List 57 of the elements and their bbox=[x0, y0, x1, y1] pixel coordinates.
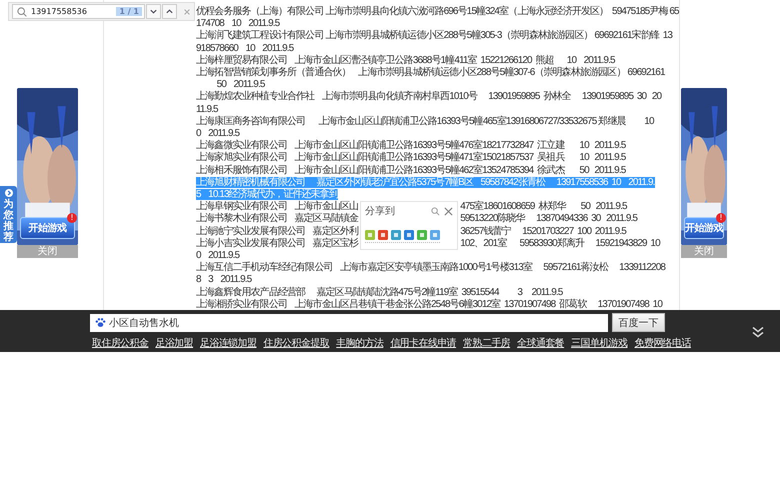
suggestion-link[interactable]: 足浴连锁加盟 bbox=[200, 336, 256, 350]
record-text: 上海互信二手机动车经纪有限公司 上海市嘉定区安亭镇墨玉南路1000号1号楼313室 59572161蒋汝松 1339112208 8 3 2011.9.5 bbox=[196, 262, 666, 286]
search-icon[interactable] bbox=[431, 206, 440, 216]
record-text: 36257钱蕾宁 15201703227 100 2011.9.5 bbox=[459, 226, 626, 238]
record-text: 上海驰宁实业发展有限公司 嘉定区外利 bbox=[196, 226, 358, 238]
suggestion-link[interactable]: 常熟二手房 bbox=[463, 336, 510, 350]
share-service-icon[interactable] bbox=[378, 230, 388, 240]
record-text: 上海家旭实业有限公司 上海市金山区山阳镇浦卫公路16393号5幢471室15021857537 吴祖兵 10 2011.9.5 bbox=[196, 152, 626, 164]
suggestion-link[interactable]: 免费网络电话 bbox=[634, 336, 691, 350]
share-service-icon[interactable] bbox=[417, 230, 428, 240]
record-text: 上海康匡商务咨询有限公司 上海市金山区山阳镇浦卫公路16393号5幢465室13916806727/33532675 郑继晨 10 0 2011.9.5 bbox=[196, 116, 654, 140]
record-text: 上海小吉实业发展有限公司 嘉定区宝杉 bbox=[196, 238, 358, 250]
share-service-icon[interactable] bbox=[430, 230, 440, 240]
next-match-button[interactable] bbox=[146, 4, 161, 19]
record-text: 0 2011.9.5 bbox=[196, 250, 240, 262]
previous-match-button[interactable] bbox=[162, 4, 177, 19]
record-text: 上海鑫辉食用农产品经营部 嘉定区马陆镇陆沈路475号2幢119室 39515544 3 2011.9.5 bbox=[196, 286, 562, 298]
search-field[interactable]: 小区自动售水机 bbox=[90, 314, 608, 332]
chevron-up-icon bbox=[165, 7, 174, 16]
record-text: 上海勤煌农业种植专业合作社 上海市崇明县向化镇齐南村阜西1010号 13901959895 孙林全 13901959895 30 20 11.9.5 bbox=[196, 91, 662, 116]
double-chevron-down-icon[interactable] bbox=[751, 326, 765, 338]
record-text: 上海润飞建筑工程设计有限公司 上海市崇明县城桥镇运德小区288号5幢305-3（崇明森林旅游园区） 69692161宋韵锋 13 918578660 10 2011.9.5 bbox=[196, 30, 672, 54]
match-count: 1 / 1 bbox=[116, 7, 142, 16]
search-icon bbox=[17, 6, 27, 16]
share-title: 分享到 bbox=[365, 204, 396, 218]
suggestion-link[interactable]: 丰胸的方法 bbox=[336, 336, 384, 350]
record-text: 上海湘骄实业有限公司 上海市金山区吕巷镇干巷金张公路2548号6幢3012室 13701907498 邵葛软 13701907498 10 bbox=[196, 298, 662, 310]
suggestion-link[interactable]: 三国单机游戏 bbox=[571, 336, 628, 350]
record-text: 上海鑫微实业有限公司 上海市金山区山阳镇浦卫公路16393号5幢476室18217732847 江立建 10 2011.9.5 bbox=[196, 140, 626, 152]
close-icon[interactable] bbox=[183, 8, 191, 16]
chevron-right-icon bbox=[4, 189, 14, 197]
record-text: 上海书黎木业有限公司 嘉定区马陆镇金 bbox=[196, 213, 358, 226]
share-service-icon[interactable] bbox=[365, 230, 376, 240]
share-service-icon[interactable] bbox=[404, 230, 414, 240]
record-text: 上海拓智营销策划事务所（普通合伙） 上海市崇明县城桥镇运德小区288号5幢307-6（崇明森林旅游园区） 69692161 50 2011.9.5 bbox=[196, 67, 665, 90]
record-text: 上海相禾服饰有限公司 上海市金山区山阳镇浦卫公路16393号5幢462室13524785394 徐武杰 50 2011.9.5 bbox=[196, 164, 626, 177]
record-text: 上海阜钢实业有限公司 上海市金山区山 bbox=[196, 201, 358, 212]
chevron-down-icon bbox=[149, 7, 158, 16]
record-text: 59513220陈晓华 13870494336 30 2011.9.5 bbox=[459, 213, 638, 226]
suggestion-link[interactable]: 全球通套餐 bbox=[517, 336, 564, 350]
share-service-icon[interactable] bbox=[391, 230, 402, 240]
find-field[interactable]: 13917558536 1 / 1 bbox=[12, 4, 145, 19]
suggestion-link[interactable]: 足浴加盟 bbox=[155, 336, 194, 350]
suggestion-link[interactable]: 取住房公积金 bbox=[92, 336, 148, 350]
find-query: 13917558536 bbox=[31, 7, 88, 16]
record-text: 上海梓厘贸易有限公司 上海市金山区漕泾镇亭卫公路3688号1幢411室 15221266120 熊超 10 2011.9.5 bbox=[196, 54, 615, 66]
suggestion-link[interactable]: 住房公积金提取 bbox=[263, 336, 330, 350]
recommend-tab[interactable]: 为您推荐 bbox=[0, 186, 17, 243]
close-icon[interactable] bbox=[444, 206, 454, 216]
search-button[interactable]: 百度一下 bbox=[612, 313, 665, 332]
record-text: 102、201室 59583930郑离升 15921943829 10 bbox=[459, 238, 660, 250]
suggestion-link[interactable]: 信用卡在线申请 bbox=[390, 336, 456, 350]
recommend-label: 为您推荐 bbox=[4, 199, 14, 243]
record-text: 上海旭财精密机械有限公司 嘉定区外冈镇老沪宜公路5375号7幢B区 59587842张青松 13917558536 10 2011.9. 5 10.13经济城代办，证件还未拿到 bbox=[196, 176, 655, 200]
record-text: 优程会务服务（上海）有限公司 上海市崇明县向化镇六滧河路696号15幢324室（上海永冠经济开发区） 59475185尹梅 65 174708 10 2011.9.5 bbox=[196, 6, 679, 30]
record-text: 475室18601608659 林郑华 50 2011.9.5 bbox=[459, 201, 627, 212]
paw-icon bbox=[95, 317, 106, 328]
